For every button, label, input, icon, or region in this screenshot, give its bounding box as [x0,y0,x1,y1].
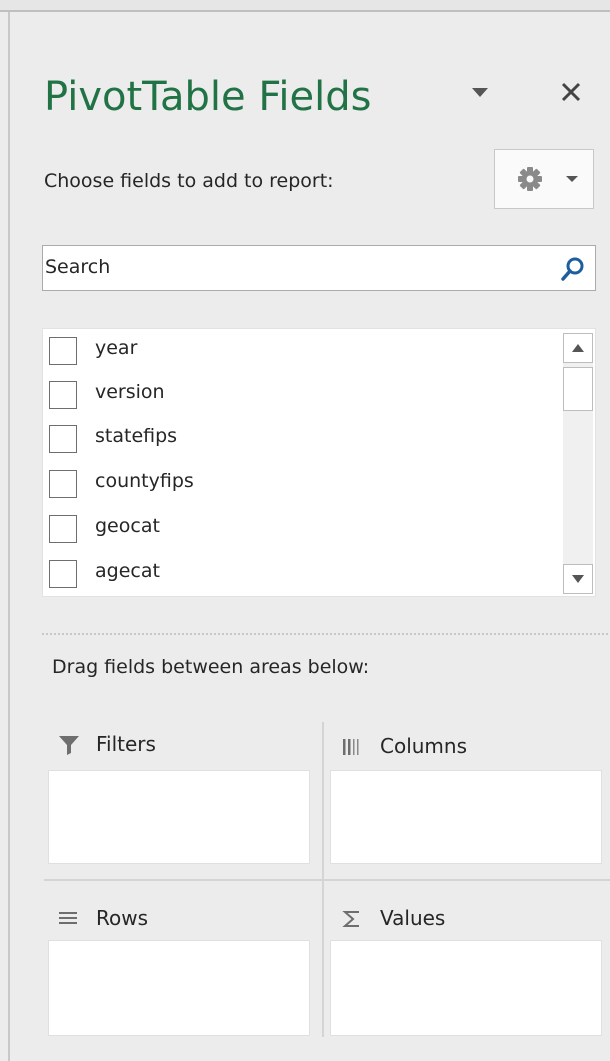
scroll-down-arrow-icon [572,575,584,583]
pane-resize-border[interactable] [8,12,10,1061]
field-checkbox[interactable] [49,515,77,543]
field-checkbox[interactable] [49,470,77,498]
field-item-geocat[interactable]: geocat [49,507,549,551]
field-label: countyfips [95,470,194,492]
field-label: statefips [95,425,178,447]
field-label: geocat [95,515,160,537]
field-checkbox[interactable] [49,560,77,588]
chevron-down-icon [566,176,578,182]
scroll-down-button[interactable] [563,564,593,594]
filters-area-label: Filters [96,732,156,756]
rows-icon [59,912,77,924]
rows-area-label: Rows [96,906,149,930]
field-checkbox[interactable] [49,425,77,453]
scroll-up-button[interactable] [563,333,593,363]
field-list-scrollbar[interactable] [563,333,593,594]
field-item-version[interactable]: version [49,373,549,417]
filters-drop-zone[interactable] [48,770,310,864]
sigma-icon [342,911,359,927]
field-item-year[interactable]: year [49,329,549,373]
field-checkbox[interactable] [49,381,77,409]
scroll-up-arrow-icon [572,344,584,352]
field-label: year [95,337,138,359]
drag-fields-label: Drag fields between areas below: [52,656,370,678]
columns-area-label: Columns [380,734,468,758]
field-item-statefips[interactable]: statefips [49,417,549,461]
columns-icon [343,739,359,755]
areas-horizontal-divider [44,879,610,881]
tools-button[interactable] [494,149,594,209]
search-icon[interactable] [559,255,587,283]
search-input[interactable] [45,248,545,286]
field-list: year version statefips countyfips geocat… [42,328,596,597]
values-drop-zone[interactable] [330,940,602,1036]
caret-down-icon [472,88,488,97]
close-icon [561,82,581,102]
close-pane-button[interactable] [555,76,587,108]
field-item-agecat[interactable]: agecat [49,552,549,596]
values-area-label: Values [380,906,446,930]
pane-top-border [0,0,610,12]
choose-fields-label: Choose fields to add to report: [44,170,334,192]
filter-icon [59,736,79,755]
section-divider [42,633,608,635]
field-checkbox[interactable] [49,337,77,365]
pivottable-fields-pane: PivotTable Fields Choose fields to add t… [0,0,610,1061]
rows-drop-zone[interactable] [48,940,310,1036]
field-label: version [95,381,165,403]
task-pane-options-button[interactable] [468,80,492,104]
search-box[interactable] [42,245,596,291]
gear-icon [518,167,542,191]
columns-drop-zone[interactable] [330,770,602,864]
field-label: agecat [95,560,160,582]
field-item-countyfips[interactable]: countyfips [49,462,549,506]
scroll-thumb[interactable] [563,367,593,411]
pane-title: PivotTable Fields [44,74,372,120]
